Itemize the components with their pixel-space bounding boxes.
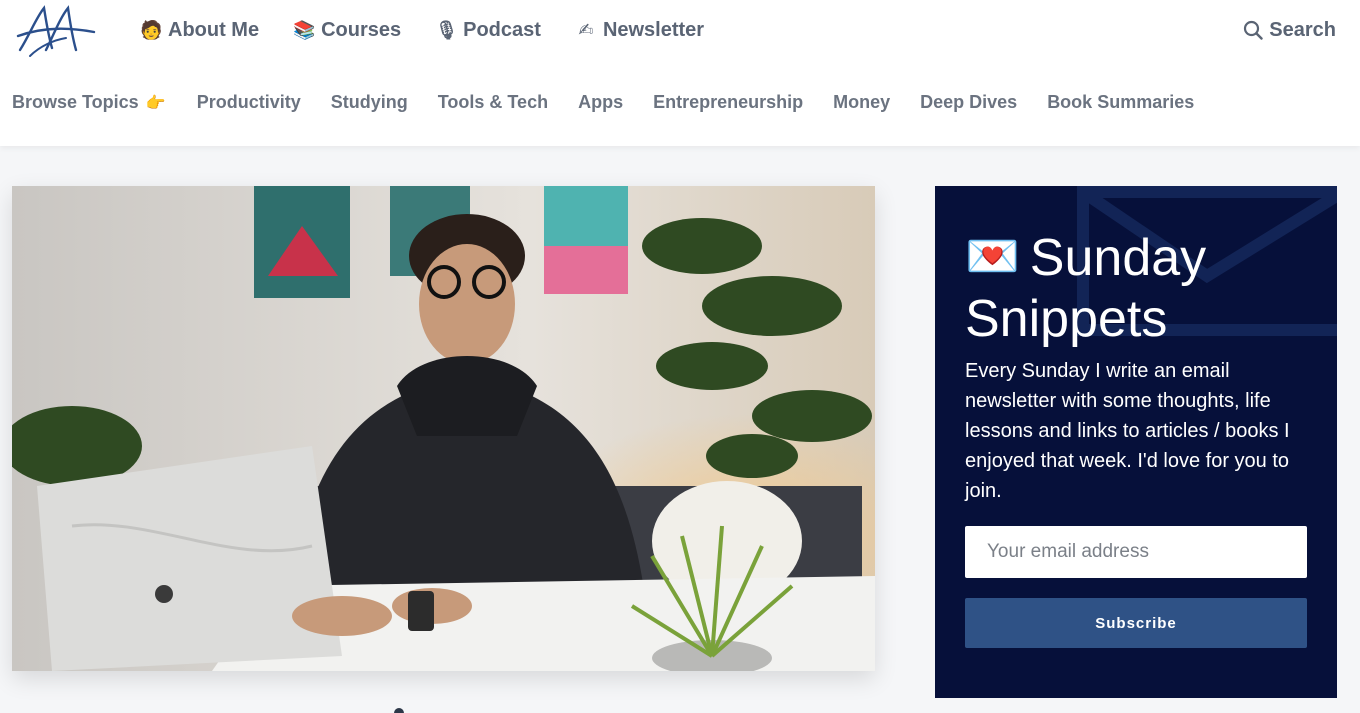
nav-newsletter-label: Newsletter xyxy=(602,18,705,41)
hero-photo[interactable] xyxy=(12,186,875,671)
search-icon xyxy=(1244,20,1263,40)
newsletter-description: Every Sunday I write an email newsletter… xyxy=(965,360,1290,502)
topic-money[interactable]: Money xyxy=(833,92,890,113)
person-icon: 🧑 xyxy=(140,19,163,41)
topic-productivity[interactable]: Productivity xyxy=(197,92,301,113)
topic-studying[interactable]: Studying xyxy=(331,92,408,113)
hero-illustration xyxy=(12,186,875,671)
books-icon: 📚 xyxy=(293,19,316,41)
search-button[interactable]: Search xyxy=(1243,14,1336,46)
site-header: 🧑 About Me 📚 Courses 🎙 Podcast ✍ Newslet… xyxy=(0,0,1360,146)
nav-courses-label: Courses xyxy=(321,18,402,41)
browse-topics-label: Browse Topics xyxy=(12,92,139,112)
topic-entrepreneurship[interactable]: Entrepreneurship xyxy=(653,92,803,113)
nav-about-me-label: About Me xyxy=(168,18,260,41)
subscribe-button[interactable]: Subscribe xyxy=(965,598,1307,648)
main-nav: 🧑 About Me 📚 Courses 🎙 Podcast ✍ Newslet… xyxy=(140,14,704,46)
nav-courses[interactable]: 📚 Courses xyxy=(293,14,401,46)
writing-hand-icon: ✍ xyxy=(578,19,594,41)
love-letter-icon: 💌 xyxy=(965,231,1020,282)
topic-book-summaries[interactable]: Book Summaries xyxy=(1047,92,1194,113)
nav-podcast[interactable]: 🎙 Podcast xyxy=(435,14,541,46)
microphone-icon: 🎙 xyxy=(435,19,458,41)
nav-newsletter[interactable]: ✍ Newsletter xyxy=(575,14,704,46)
nav-about-me[interactable]: 🧑 About Me xyxy=(140,14,259,46)
nav-podcast-label: Podcast xyxy=(463,18,541,41)
content-marker xyxy=(394,708,404,713)
topic-tools-tech[interactable]: Tools & Tech xyxy=(438,92,548,113)
email-field[interactable] xyxy=(965,526,1307,578)
browse-topics-button[interactable]: Browse Topics 👉 xyxy=(12,92,167,113)
search-label: Search xyxy=(1269,18,1336,41)
newsletter-signup-card: 💌 Sunday Snippets Every Sunday I write an… xyxy=(935,186,1337,698)
site-logo[interactable] xyxy=(16,4,96,58)
topics-nav: Browse Topics 👉 Productivity Studying To… xyxy=(12,92,1194,113)
newsletter-title: 💌 Sunday Snippets xyxy=(965,226,1315,350)
topic-deep-dives[interactable]: Deep Dives xyxy=(920,92,1017,113)
pointing-hand-icon: 👉 xyxy=(145,93,166,112)
topic-apps[interactable]: Apps xyxy=(578,92,623,113)
